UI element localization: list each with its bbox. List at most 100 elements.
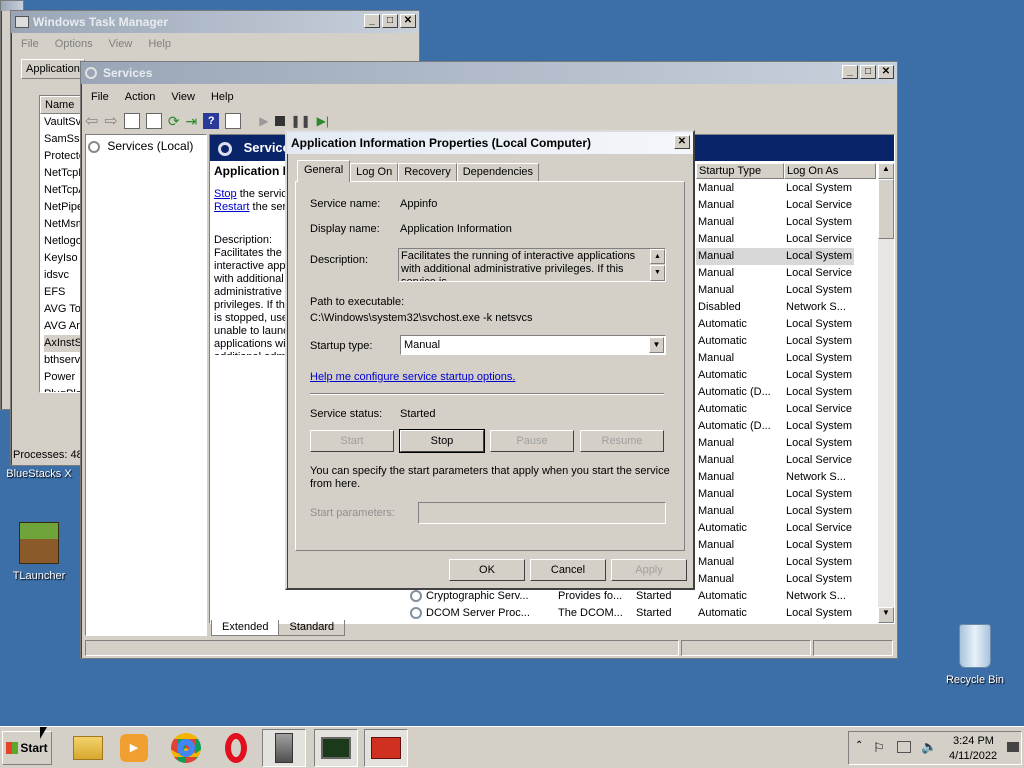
start-params-input[interactable] bbox=[418, 502, 666, 524]
speaker-icon[interactable]: 🔈 bbox=[921, 739, 937, 755]
column-header-logon[interactable]: Log On As bbox=[784, 163, 876, 179]
services-titlebar[interactable]: Services _ □ ✕ bbox=[81, 62, 897, 84]
restart-icon[interactable]: ▶| bbox=[317, 114, 329, 128]
task-list-row[interactable]: bthserv bbox=[44, 352, 82, 369]
cancel-button[interactable]: Cancel bbox=[530, 559, 606, 581]
chrome-icon bbox=[171, 733, 201, 763]
monitor-taskbar-button[interactable] bbox=[314, 729, 358, 767]
task-list-row[interactable]: AVG Antivirus bbox=[44, 318, 82, 335]
task-list-row[interactable]: PlugPlay bbox=[44, 386, 82, 392]
export-icon[interactable]: ⇥ bbox=[186, 113, 198, 130]
tree-item-services-local[interactable]: Services (Local) bbox=[86, 135, 206, 157]
description-scroll-up[interactable]: ▲ bbox=[650, 249, 665, 264]
service-startup-cell: Automatic bbox=[698, 369, 747, 381]
show-desktop-icon[interactable] bbox=[1007, 742, 1019, 752]
chrome-taskbar-button[interactable] bbox=[164, 729, 208, 767]
tab-general[interactable]: General bbox=[297, 160, 351, 182]
scroll-thumb[interactable] bbox=[878, 179, 894, 239]
folder-icon bbox=[73, 736, 103, 760]
tab-log-on[interactable]: Log On bbox=[350, 163, 399, 182]
task-list-row[interactable]: idsvc bbox=[44, 267, 82, 284]
start-button[interactable]: Start bbox=[310, 430, 394, 452]
menu-options[interactable]: Options bbox=[47, 38, 101, 50]
startup-type-select[interactable]: Manual ▼ bbox=[400, 335, 666, 355]
task-list-row[interactable]: VaultSvc bbox=[44, 114, 82, 131]
clock-date[interactable]: 4/11/2022 bbox=[949, 750, 997, 762]
pause-icon[interactable]: ❚❚ bbox=[291, 114, 311, 128]
opera-taskbar-button[interactable] bbox=[214, 729, 258, 767]
description-box[interactable]: Facilitates the running of interactive a… bbox=[398, 248, 666, 282]
minimize-button[interactable]: _ bbox=[364, 14, 380, 28]
network-icon[interactable] bbox=[897, 741, 911, 753]
task-list-row[interactable]: NetMsmqActivator bbox=[44, 216, 82, 233]
menu-action[interactable]: Action bbox=[117, 91, 164, 103]
back-arrow-icon[interactable]: ⇦ bbox=[85, 111, 98, 131]
service-row[interactable]: Cryptographic Serv... Provides fo... Start… bbox=[210, 588, 878, 605]
column-header-startup[interactable]: Startup Type bbox=[696, 163, 784, 179]
task-list[interactable]: Name VaultSvcSamSsProtectedStorageNetTcp… bbox=[39, 95, 83, 393]
task-list-row[interactable]: NetPipeActivator bbox=[44, 199, 82, 216]
show-hide-tree-icon[interactable] bbox=[123, 113, 140, 129]
help-icon[interactable]: ? bbox=[203, 113, 220, 129]
stop-button[interactable]: Stop bbox=[399, 429, 485, 453]
explorer-taskbar-button[interactable] bbox=[66, 729, 110, 767]
task-manager-taskbar-button[interactable] bbox=[262, 729, 306, 767]
server-icon bbox=[275, 733, 293, 763]
scroll-down-button[interactable]: ▼ bbox=[878, 607, 894, 623]
close-button[interactable]: ✕ bbox=[400, 14, 416, 28]
properties-dialog[interactable]: Application Information Properties (Loca… bbox=[285, 130, 695, 590]
desktop-icon-bluestacks[interactable]: BlueStacks X bbox=[4, 468, 74, 480]
help-configure-link[interactable]: Help me configure service startup option… bbox=[310, 371, 515, 383]
tab-extended[interactable]: Extended bbox=[211, 620, 280, 636]
flag-icon[interactable]: ⚐ bbox=[873, 740, 885, 756]
tab-standard[interactable]: Standard bbox=[279, 620, 346, 636]
maximize-button[interactable]: □ bbox=[860, 65, 876, 79]
resume-button[interactable]: Resume bbox=[580, 430, 664, 452]
task-list-row[interactable]: NetTcpActivator bbox=[44, 182, 82, 199]
media-player-taskbar-button[interactable]: ▶ bbox=[112, 729, 156, 767]
tab-recovery[interactable]: Recovery bbox=[398, 163, 457, 182]
stop-icon[interactable] bbox=[274, 116, 285, 126]
column-header-name[interactable]: Name bbox=[40, 96, 82, 114]
task-manager-titlebar[interactable]: Windows Task Manager _ □ ✕ bbox=[11, 11, 419, 33]
scroll-up-button[interactable]: ▲ bbox=[878, 163, 894, 179]
task-list-row[interactable]: NetTcpPortSharing bbox=[44, 165, 82, 182]
menu-file[interactable]: File bbox=[13, 38, 47, 50]
tab-applications[interactable]: Applications bbox=[21, 59, 85, 79]
dialog-titlebar[interactable]: Application Information Properties (Loca… bbox=[287, 132, 693, 154]
clock-time[interactable]: 3:24 PM bbox=[953, 735, 994, 747]
menu-help[interactable]: Help bbox=[203, 91, 242, 103]
description-scroll-down[interactable]: ▼ bbox=[650, 265, 665, 281]
console-icon[interactable] bbox=[225, 113, 242, 129]
close-button[interactable]: ✕ bbox=[878, 65, 894, 79]
minimize-button[interactable]: _ bbox=[842, 65, 858, 79]
services-scrollbar[interactable]: ▲ ▼ bbox=[878, 163, 894, 623]
desktop-icon-recycle-bin[interactable]: Recycle Bin bbox=[940, 624, 1010, 686]
menu-help[interactable]: Help bbox=[140, 38, 179, 50]
desktop-icon-tlauncher[interactable]: TLauncher bbox=[4, 522, 74, 582]
chevron-down-icon[interactable]: ▼ bbox=[649, 337, 664, 353]
toolbox-taskbar-button[interactable] bbox=[364, 729, 408, 767]
pause-button[interactable]: Pause bbox=[490, 430, 574, 452]
apply-button[interactable]: Apply bbox=[611, 559, 687, 581]
task-list-row[interactable]: EFS bbox=[44, 284, 82, 301]
task-list-row[interactable]: KeyIso bbox=[44, 250, 82, 267]
menu-view[interactable]: View bbox=[101, 38, 141, 50]
play-icon[interactable]: ▶ bbox=[259, 114, 268, 128]
forward-arrow-icon[interactable]: ⇨ bbox=[104, 111, 117, 131]
task-list-row[interactable]: AxInstSV bbox=[44, 335, 82, 352]
properties-icon[interactable] bbox=[145, 113, 162, 129]
menu-view[interactable]: View bbox=[163, 91, 203, 103]
menu-file[interactable]: File bbox=[83, 91, 117, 103]
task-list-row[interactable]: Power bbox=[44, 369, 82, 386]
task-list-row[interactable]: Netlogon bbox=[44, 233, 82, 250]
chevron-up-icon[interactable]: ⌃ bbox=[855, 740, 863, 751]
ok-button[interactable]: OK bbox=[449, 559, 525, 581]
task-list-row[interactable]: ProtectedStorage bbox=[44, 148, 82, 165]
maximize-button[interactable]: □ bbox=[382, 14, 398, 28]
task-list-row[interactable]: SamSs bbox=[44, 131, 82, 148]
tab-dependencies[interactable]: Dependencies bbox=[456, 163, 540, 182]
task-list-row[interactable]: AVG Tools bbox=[44, 301, 82, 318]
refresh-icon[interactable]: ⟳ bbox=[168, 113, 180, 130]
close-button[interactable]: ✕ bbox=[674, 135, 690, 149]
